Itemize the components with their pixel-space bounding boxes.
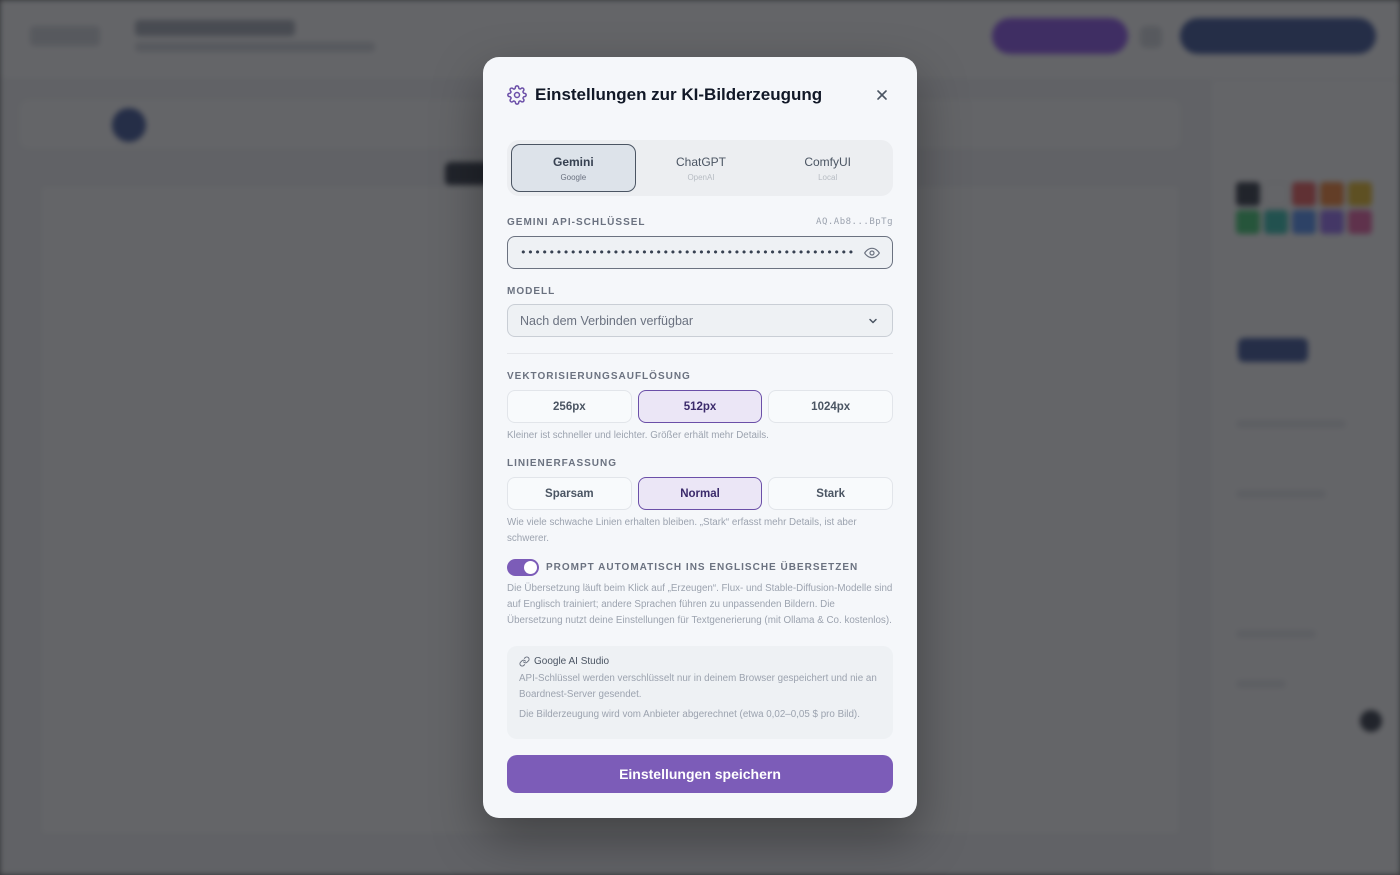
api-key-input[interactable]: ••••••••••••••••••••••••••••••••••••••••… xyxy=(520,246,856,259)
tab-sublabel: OpenAI xyxy=(687,172,715,182)
model-select[interactable]: Nach dem Verbinden verfügbar xyxy=(507,304,893,337)
tab-sublabel: Local xyxy=(818,172,838,182)
tab-gemini[interactable]: Gemini Google xyxy=(511,144,636,192)
line-option-stark[interactable]: Stark xyxy=(768,477,894,510)
tab-label: Gemini xyxy=(552,154,594,169)
line-detection-label: LINIENERFASSUNG xyxy=(507,458,618,469)
model-label: MODELL xyxy=(507,286,556,297)
chevron-down-icon xyxy=(866,314,880,328)
dialog-header: Einstellungen zur KI-Bilderzeugung xyxy=(507,84,893,106)
line-detection-options: Sparsam Normal Stark xyxy=(507,477,894,510)
translate-row: PROMPT AUTOMATISCH INS ENGLISCHE ÜBERSET… xyxy=(507,559,858,576)
google-ai-studio-link[interactable]: Google AI Studio xyxy=(519,656,881,667)
gear-icon xyxy=(507,85,527,105)
resolution-option-512[interactable]: 512px xyxy=(637,390,763,423)
section-divider xyxy=(507,353,893,354)
tab-label: ComfyUI xyxy=(804,154,852,169)
line-option-sparsam[interactable]: Sparsam xyxy=(507,477,632,510)
model-select-value: Nach dem Verbinden verfügbar xyxy=(520,313,694,328)
tab-sublabel: Google xyxy=(560,172,587,182)
save-button[interactable]: Einstellungen speichern xyxy=(507,755,893,793)
api-key-hint: AQ.Ab8...BpTg xyxy=(816,217,893,227)
ai-image-settings-dialog: Einstellungen zur KI-Bilderzeugung Gemin… xyxy=(483,57,917,818)
info-text: Die Bilderzeugung wird vom Anbieter abge… xyxy=(519,709,860,720)
link-icon xyxy=(519,656,530,667)
info-box: Google AI Studio API-Schlüssel werden ve… xyxy=(507,646,893,739)
translate-label: PROMPT AUTOMATISCH INS ENGLISCHE ÜBERSET… xyxy=(546,562,859,573)
dialog-title: Einstellungen zur KI-Bilderzeugung xyxy=(535,85,823,104)
resolution-option-1024[interactable]: 1024px xyxy=(768,390,894,423)
toggle-knob xyxy=(524,561,537,574)
api-key-field[interactable]: ••••••••••••••••••••••••••••••••••••••••… xyxy=(507,236,893,269)
close-icon[interactable] xyxy=(871,84,893,106)
tab-comfyui[interactable]: ComfyUI Local xyxy=(766,144,889,192)
link-label: Google AI Studio xyxy=(534,656,610,667)
resolution-label: VEKTORISIERUNGSAUFLÖSUNG xyxy=(507,371,691,382)
translate-help: Die Übersetzung läuft beim Klick auf „Er… xyxy=(507,583,893,626)
line-detection-help: Wie viele schwache Linien erhalten bleib… xyxy=(507,517,857,544)
translate-toggle[interactable] xyxy=(507,559,539,576)
api-key-label: GEMINI API-SCHLÜSSEL xyxy=(507,217,646,228)
tab-label: ChatGPT xyxy=(676,154,727,169)
line-option-normal[interactable]: Normal xyxy=(637,477,763,510)
info-text: API-Schlüssel werden verschlüsselt nur i… xyxy=(519,673,877,700)
resolution-option-256[interactable]: 256px xyxy=(507,390,632,423)
resolution-help: Kleiner ist schneller und leichter. Größ… xyxy=(507,430,769,441)
provider-tabs: Gemini Google ChatGPT OpenAI ComfyUI Loc… xyxy=(507,140,893,196)
tab-chatgpt[interactable]: ChatGPT OpenAI xyxy=(640,144,763,192)
eye-icon[interactable] xyxy=(864,245,880,261)
resolution-options: 256px 512px 1024px xyxy=(507,390,894,423)
